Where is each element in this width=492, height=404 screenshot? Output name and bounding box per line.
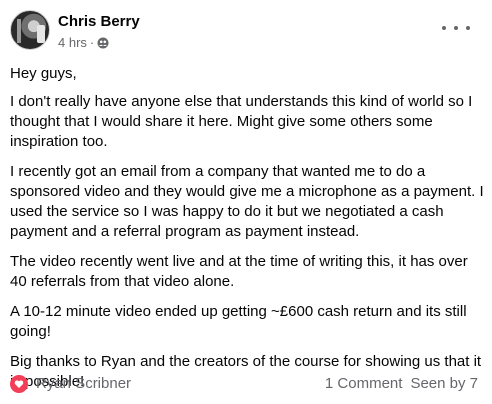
author-name[interactable]: Chris Berry — [58, 13, 140, 31]
post-header: Chris Berry 4 hrs · — [10, 10, 482, 54]
post-paragraph: The video recently went live and at the … — [10, 253, 468, 290]
post-time[interactable]: 4 hrs — [58, 35, 87, 51]
reactions-summary[interactable]: Ryan Scribner — [10, 374, 131, 394]
more-icon[interactable] — [442, 18, 470, 38]
comments-link[interactable]: 1 Comment — [325, 374, 403, 394]
post-paragraph: Hey guys, — [10, 65, 77, 82]
post-paragraph: I recently got an email from a company t… — [10, 163, 484, 240]
friends-icon[interactable] — [97, 37, 109, 49]
post-meta: 4 hrs · — [58, 35, 109, 51]
avatar[interactable] — [10, 10, 50, 50]
seen-by-link[interactable]: Seen by 7 — [410, 374, 478, 394]
post-body: Hey guys, I don't really have anyone els… — [10, 64, 488, 402]
post-footer: Ryan Scribner 1 Comment Seen by 7 — [10, 372, 482, 396]
post-paragraph: A 10-12 minute video ended up getting ~£… — [10, 303, 467, 340]
post-card: Chris Berry 4 hrs · Hey guys, I don't re… — [0, 0, 492, 404]
post-paragraph: I don't really have anyone else that und… — [10, 93, 473, 150]
post-stats: 1 Comment Seen by 7 — [325, 374, 478, 394]
love-reaction-icon — [10, 375, 28, 393]
reactor-name[interactable]: Ryan Scribner — [36, 374, 131, 394]
meta-separator: · — [89, 35, 95, 50]
